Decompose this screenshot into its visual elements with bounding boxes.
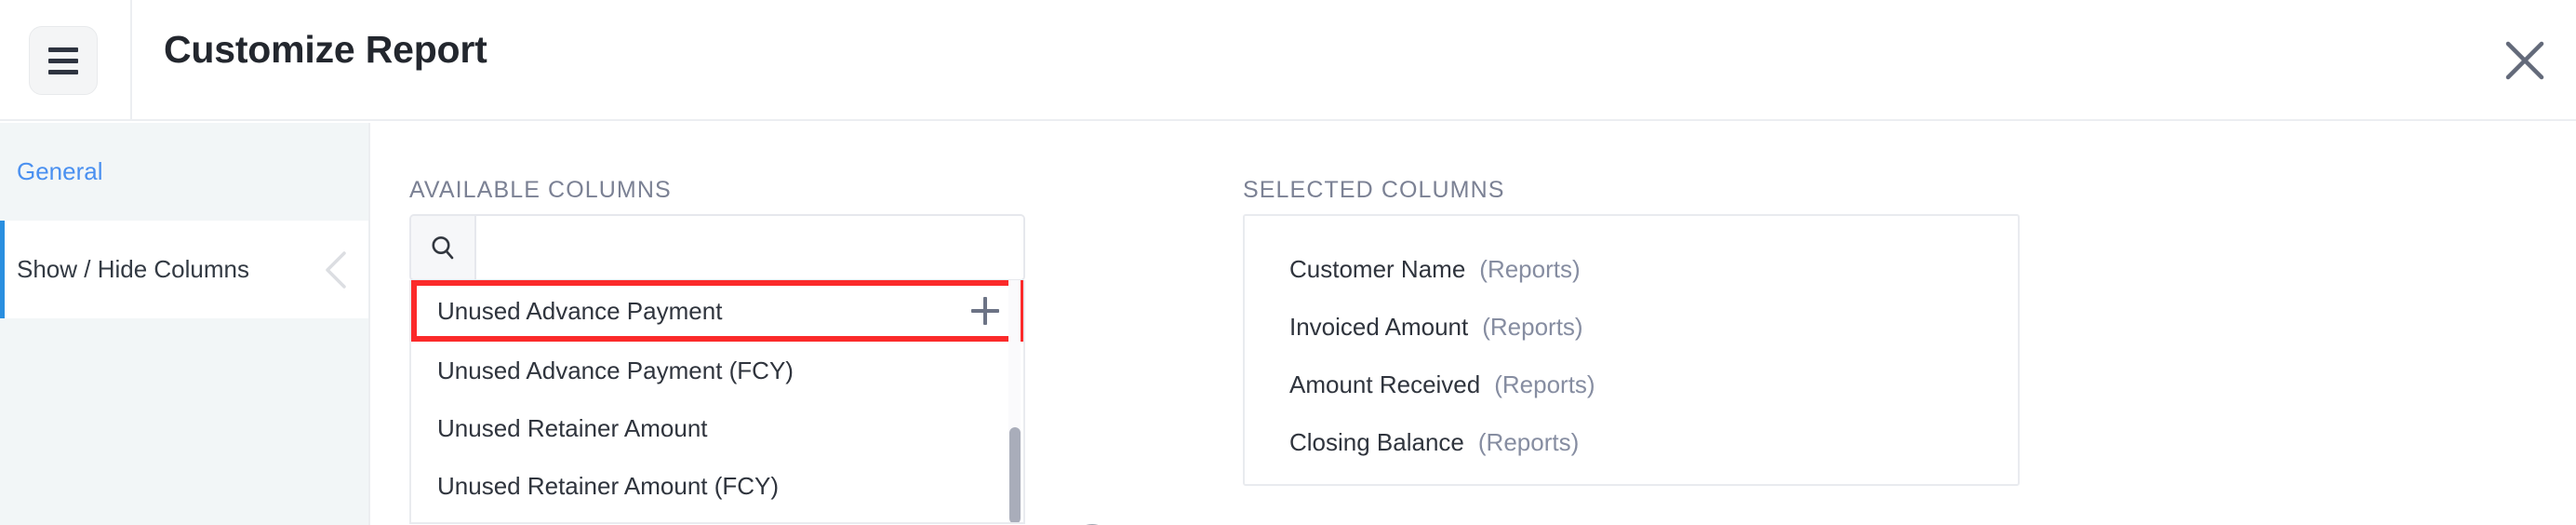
plus-icon[interactable] xyxy=(971,297,999,325)
available-columns-search-row xyxy=(409,214,1025,281)
selected-column-source: (Reports) xyxy=(1479,254,1581,283)
close-icon xyxy=(2505,41,2544,80)
list-item[interactable]: Invoiced Amount (Reports) xyxy=(1245,298,2018,356)
search-input[interactable] xyxy=(476,216,1023,279)
list-item[interactable]: Amount Received (Reports) xyxy=(1245,356,2018,413)
hamburger-menu-icon-bar-3 xyxy=(48,69,78,74)
hamburger-menu-icon-bar-1 xyxy=(48,47,78,52)
available-column-label: Unused Advance Payment xyxy=(437,296,723,325)
hamburger-menu-button[interactable] xyxy=(29,26,98,95)
selected-column-name: Invoiced Amount xyxy=(1289,312,1469,341)
hamburger-menu-icon-bar-2 xyxy=(48,58,78,63)
close-button[interactable] xyxy=(2494,30,2556,91)
header-divider xyxy=(130,0,132,121)
selected-column-name: Amount Received xyxy=(1289,370,1481,398)
sidebar-item-general[interactable]: General xyxy=(0,123,370,221)
dialog-header: Customize Report xyxy=(0,0,2576,121)
page-title: Customize Report xyxy=(164,28,487,71)
settings-sidebar: General Show / Hide Columns xyxy=(0,123,370,525)
sidebar-item-general-label: General xyxy=(17,157,103,185)
sidebar-item-show-hide-columns-label: Show / Hide Columns xyxy=(17,255,249,283)
chevron-left-icon xyxy=(326,250,346,289)
list-item[interactable]: Unused Retainer Amount (FCY) xyxy=(411,457,1023,515)
list-item[interactable]: Unused Retainer Amount xyxy=(411,399,1023,457)
selected-column-name: Closing Balance xyxy=(1289,427,1464,456)
selected-column-source: (Reports) xyxy=(1494,370,1595,398)
list-item[interactable]: Unused Advance Payment xyxy=(411,280,1023,342)
selected-column-name: Customer Name xyxy=(1289,254,1466,283)
scrollbar-thumb[interactable] xyxy=(1009,427,1021,522)
search-button[interactable] xyxy=(411,216,476,279)
list-item[interactable]: Closing Balance (Reports) xyxy=(1245,413,2018,471)
selected-column-source: (Reports) xyxy=(1482,312,1583,341)
available-columns-heading: AVAILABLE COLUMNS xyxy=(409,177,672,203)
available-column-label: Unused Retainer Amount (FCY) xyxy=(437,471,780,500)
available-column-label: Unused Retainer Amount xyxy=(437,413,708,442)
columns-configuration-panel: AVAILABLE COLUMNS SELECTED COLUMNS Unuse… xyxy=(370,123,2576,525)
available-columns-panel: Unused Advance Payment Unused Advance Pa… xyxy=(409,214,1025,524)
available-column-label: Unused Advance Payment (FCY) xyxy=(437,356,794,384)
sidebar-background-filler xyxy=(0,318,370,525)
selected-columns-heading: SELECTED COLUMNS xyxy=(1243,177,1505,203)
sidebar-item-show-hide-columns[interactable]: Show / Hide Columns xyxy=(0,221,370,318)
search-icon xyxy=(432,236,454,260)
available-columns-scrollbar[interactable] xyxy=(1008,280,1021,522)
available-columns-list: Unused Advance Payment Unused Advance Pa… xyxy=(409,280,1025,524)
list-item[interactable]: Unused Advance Payment (FCY) xyxy=(411,342,1023,399)
customize-report-dialog: Customize Report General Show / Hide Col… xyxy=(0,0,2576,525)
selected-columns-list: Customer Name (Reports) Invoiced Amount … xyxy=(1243,214,2020,486)
list-item[interactable]: Customer Name (Reports) xyxy=(1245,240,2018,298)
selected-column-source: (Reports) xyxy=(1477,427,1580,456)
